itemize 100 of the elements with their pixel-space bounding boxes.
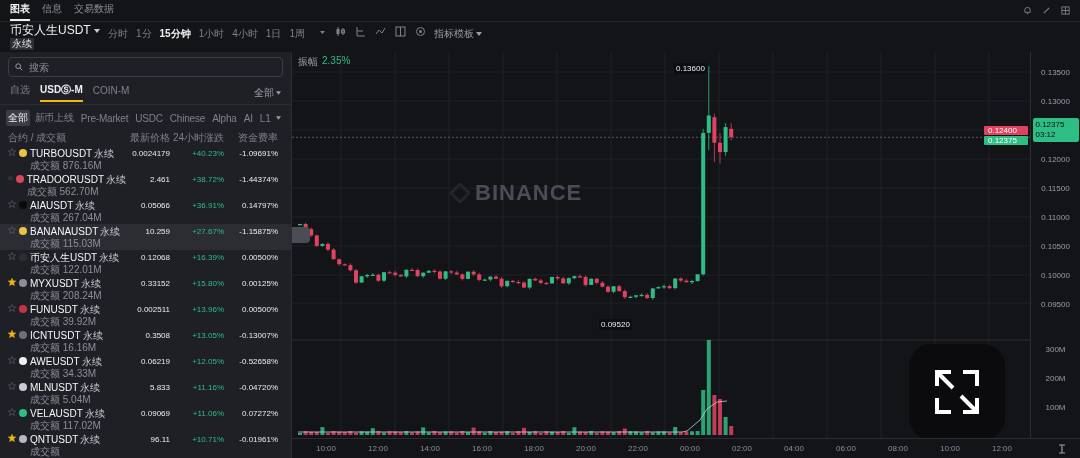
price-cell-text: 0.33152 [140,278,170,290]
change-cell-text: +13.96% [191,304,224,316]
caret-icon [475,32,482,36]
caret-icon[interactable] [275,116,281,120]
timeframe-option[interactable]: 1周 [289,27,305,41]
timeframe-option[interactable]: 1小时 [198,27,225,41]
star-icon[interactable] [8,304,16,312]
market-row[interactable]: QNTUSDT 永续 成交额 96.11 +10.71% -0.01961% [0,432,291,458]
column-header[interactable]: 最新价格 [126,131,170,145]
indicator-icon[interactable] [374,26,386,37]
price-axis-label: 0.09500 [1041,299,1070,309]
price-cell-text: 0.09069 [140,408,170,420]
bell-icon[interactable] [1023,6,1032,15]
timeframe-option[interactable]: 分时 [108,27,128,41]
time-axis-label: 02:00 [731,444,753,453]
expand-button[interactable] [909,344,1005,438]
contract-type-text: 永续 [75,200,96,212]
category-chip[interactable]: 新币上线 [32,110,76,126]
change-cell-text: +36.91% [191,200,224,212]
market-row[interactable]: MYXUSDT 永续 成交额 208.24M 0.33152 +15.80% 0.00125% [0,276,291,302]
star-icon[interactable] [8,408,16,416]
symbol-text: VELAUSDT [30,408,83,420]
timeframe-option[interactable]: 1分 [136,27,152,41]
symbol-text: TURBOUSDT [30,148,93,160]
category-chip[interactable]: USDC [133,111,165,125]
panel-handle[interactable] [292,227,310,243]
category-chip[interactable]: Alpha [210,111,239,125]
contract-type-text: 永续 [84,408,105,420]
time-axis-label: 22:00 [627,444,649,453]
market-tab[interactable]: 自选 [10,83,30,102]
contract-type-text: 永续 [100,226,121,238]
price-cell-text: 0.12068 [140,252,170,264]
legend-label: 振幅 [298,55,318,69]
market-tab[interactable]: USDⓈ-M [40,83,83,102]
layout-icon[interactable] [394,26,406,37]
market-row[interactable]: VELAUSDT 永续 成交额 117.02M 0.09069 +11.06% 0.07272% [0,406,291,432]
timeframe-option[interactable]: 15分钟 [159,27,191,41]
volume-axis-label: 200M [1045,373,1066,383]
star-icon[interactable] [8,382,16,390]
market-tab[interactable]: COIN-M [92,84,130,101]
top-tab[interactable]: 信息 [42,2,62,21]
grid-icon[interactable] [1061,6,1070,15]
star-icon[interactable] [8,174,13,182]
column-header[interactable]: 24小时涨跌 [170,131,224,145]
funding-rate-cell-text: 0.14797% [240,200,278,212]
time-axis-label: 14:00 [419,444,441,453]
contract-type-text: 永续 [79,304,100,316]
star-icon[interactable] [8,330,16,338]
market-row[interactable]: AIAUSDT 永续 成交额 267.04M 0.05066 +36.91% 0.14797% [0,198,291,224]
contract-type-text: 永续 [80,278,101,290]
funding-rate-cell-text: -1.15875% [238,226,278,238]
indicator-menu[interactable]: 指标模板 [433,27,482,41]
star-icon[interactable] [8,226,16,234]
time-axis-label: 06:00 [835,444,857,453]
settings-icon[interactable] [414,26,426,37]
top-tab[interactable]: 交易数据 [74,2,114,21]
star-icon[interactable] [8,148,16,156]
candle-icon[interactable] [334,26,346,37]
market-row[interactable]: AWEUSDT 永续 成交额 34.33M 0.06219 +12.05% -0.52658% [0,354,291,380]
volume-axis-label: 100M [1045,402,1066,412]
top-tab[interactable]: 图表 [10,2,30,21]
market-row[interactable]: TURBOUSDT 永续 成交额 876.16M 0.0024179 +40.23% -1.09691% [0,146,291,172]
funding-rate-cell-text: -1.09691% [238,148,278,160]
star-icon[interactable] [8,278,16,286]
column-header[interactable]: 资金费率 [224,131,278,145]
line-tool-icon[interactable] [354,26,366,37]
price-axis-label: 0.11500 [1041,183,1070,193]
market-row[interactable]: BANANAUSDT 永续 成交额 115.03M 10.259 +27.67% -1.15875% [0,224,291,250]
category-chip[interactable]: Chinese [167,111,208,125]
timeframe-option[interactable]: 1日 [265,27,282,41]
pencil-icon[interactable] [1042,6,1051,15]
category-chip[interactable]: L1 [257,111,273,125]
caret-icon[interactable] [93,28,100,33]
star-icon[interactable] [8,200,16,208]
symbol-name[interactable]: 币安人生USDT [10,23,91,38]
category-chip[interactable]: Pre-Market [78,111,131,125]
market-row[interactable]: ICNTUSDT 永续 成交额 16.16M 0.3508 +13.05% -0.13007% [0,328,291,354]
change-cell-text: +27.67% [191,226,224,238]
filter-dropdown[interactable]: 全部 [254,85,281,100]
market-row[interactable]: MLNUSDT 永续 成交额 5.04M 5.833 +11.16% -0.04720% [0,380,291,406]
search-field[interactable]: 搜索 [8,57,283,77]
category-chip[interactable]: 全部 [6,110,30,126]
market-row[interactable]: TRADOORUSDT 永续 成交额 562.70M 2.461 +38.72% -1.44374% [0,172,291,198]
market-row[interactable]: FUNUSDT 永续 成交额 39.92M 0.002511 +13.96% 0.00500% [0,302,291,328]
time-axis-label: 12:00 [367,444,389,453]
last-price-tag: 0.12375 03:12 [1032,118,1079,142]
star-icon[interactable] [8,252,16,260]
star-icon[interactable] [8,434,16,442]
symbol-text: AWEUSDT [30,356,80,368]
symbol-text: BANANAUSDT [30,226,99,238]
change-cell-text: +38.72% [191,174,224,186]
volume-text: 成交额 [30,446,61,458]
caret-icon [276,90,281,95]
timeframe-option[interactable]: 4小时 [232,27,258,41]
category-chip[interactable]: AI [241,111,255,125]
column-header[interactable]: 合约 / 成交额 [8,131,126,145]
market-row[interactable]: 币安人生USDT 永续 成交额 122.01M 0.12068 +16.39% 0.00500% [0,250,291,276]
text-cursor-icon[interactable] [1058,443,1066,454]
contract-type-text: 永续 [94,148,115,160]
star-icon[interactable] [8,356,16,364]
